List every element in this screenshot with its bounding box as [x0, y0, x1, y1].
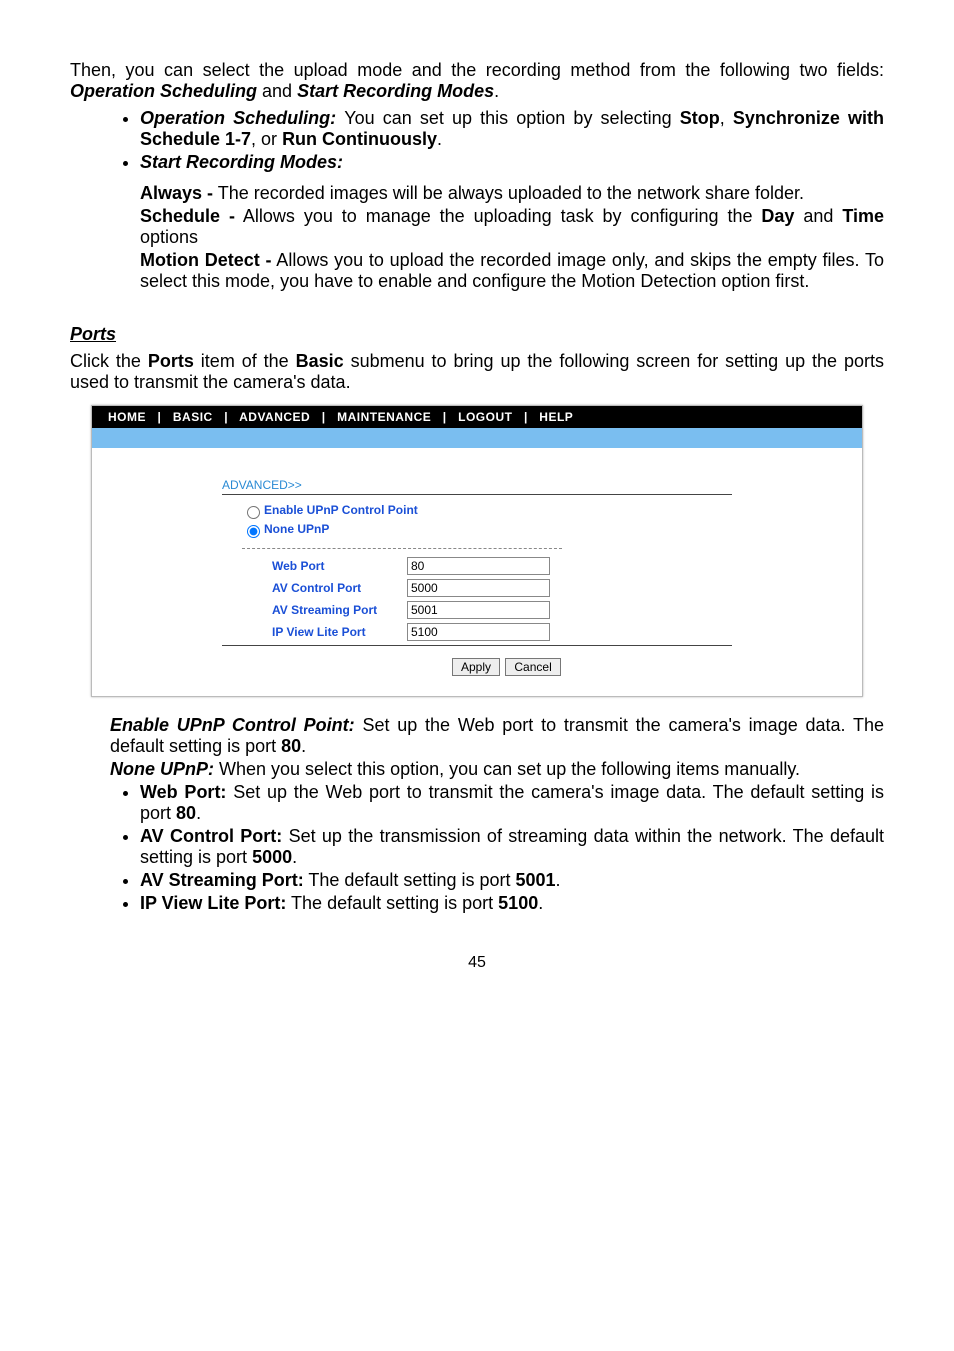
- port-avcontrol: AV Control Port: Set up the transmission…: [140, 826, 884, 868]
- mode-always-text: The recorded images will be always uploa…: [213, 183, 804, 203]
- options-list: Operation Scheduling: You can set up thi…: [70, 108, 884, 173]
- apply-button[interactable]: Apply: [452, 658, 500, 676]
- field-av-streaming-port: AV Streaming Port: [272, 601, 862, 619]
- opt-runcont: Run Continuously: [282, 129, 437, 149]
- av-streaming-port-label: AV Streaming Port: [272, 603, 407, 617]
- av-streaming-port-input[interactable]: [407, 601, 550, 619]
- opt-stop: Stop: [680, 108, 720, 128]
- port-avs-text: The default setting is port: [304, 870, 516, 890]
- mode-schedule: Schedule - Allows you to manage the uplo…: [140, 206, 884, 248]
- radio-none-upnp-input[interactable]: [247, 525, 260, 538]
- field-web-port: Web Port: [272, 557, 862, 575]
- enable-upnp-label: Enable UPnP Control Point:: [110, 715, 362, 735]
- mode-schedule-text1: Allows you to manage the uploading task …: [235, 206, 761, 226]
- port-avs-val: 5001: [515, 870, 555, 890]
- port-avstreaming: AV Streaming Port: The default setting i…: [140, 870, 884, 891]
- opt-sched-label: Operation Scheduling:: [140, 108, 344, 128]
- intro-period: .: [494, 81, 499, 101]
- ports-basic: Basic: [296, 351, 344, 371]
- opt-sep1: ,: [720, 108, 733, 128]
- breadcrumb: ADVANCED>>: [222, 478, 862, 492]
- option-recording-modes: Start Recording Modes:: [140, 152, 884, 173]
- opt-sched-text1: You can set up this option by selecting: [344, 108, 679, 128]
- port-web-val: 80: [176, 803, 196, 823]
- ports-intro: Click the Ports item of the Basic submen…: [70, 351, 884, 393]
- mode-motion-label: Motion Detect -: [140, 250, 272, 270]
- menu-bar[interactable]: HOME | BASIC | ADVANCED | MAINTENANCE | …: [92, 406, 862, 428]
- port-web: Web Port: Set up the Web port to transmi…: [140, 782, 884, 824]
- ip-view-lite-port-label: IP View Lite Port: [272, 625, 407, 639]
- mode-always: Always - The recorded images will be alw…: [140, 183, 884, 204]
- radio-none-upnp[interactable]: None UPnP: [242, 522, 862, 538]
- cancel-button[interactable]: Cancel: [505, 658, 560, 676]
- port-ipv-period: .: [538, 893, 543, 913]
- panel-body: ADVANCED>> Enable UPnP Control Point Non…: [92, 448, 862, 696]
- none-upnp-label: None UPnP:: [110, 759, 219, 779]
- port-ipviewlite: IP View Lite Port: The default setting i…: [140, 893, 884, 914]
- intro-paragraph: Then, you can select the upload mode and…: [70, 60, 884, 102]
- port-avs-period: .: [556, 870, 561, 890]
- divider-bottom: [222, 645, 732, 646]
- intro-text: Then, you can select the upload mode and…: [70, 60, 884, 80]
- port-web-label: Web Port:: [140, 782, 226, 802]
- ports-link: Ports: [148, 351, 194, 371]
- blue-bar: [92, 428, 862, 448]
- mode-schedule-text2: options: [140, 227, 198, 247]
- intro-field2: Start Recording Modes: [297, 81, 494, 101]
- mode-motion: Motion Detect - Allows you to upload the…: [140, 250, 884, 292]
- intro-sep: and: [257, 81, 297, 101]
- web-port-label: Web Port: [272, 559, 407, 573]
- enable-upnp-desc: Enable UPnP Control Point: Set up the We…: [110, 715, 884, 757]
- none-upnp-desc: None UPnP: When you select this option, …: [110, 759, 884, 780]
- radio-enable-upnp[interactable]: Enable UPnP Control Point: [242, 503, 862, 519]
- mode-schedule-time: Time: [842, 206, 884, 226]
- port-web-period: .: [196, 803, 201, 823]
- port-avc-period: .: [292, 847, 297, 867]
- menu-items[interactable]: HOME | BASIC | ADVANCED | MAINTENANCE | …: [108, 410, 573, 424]
- settings-panel: HOME | BASIC | ADVANCED | MAINTENANCE | …: [91, 405, 863, 697]
- radio-none-upnp-label: None UPnP: [264, 522, 329, 536]
- enable-upnp-port: 80: [281, 736, 301, 756]
- divider-top: [222, 494, 732, 495]
- mode-schedule-day: Day: [761, 206, 803, 226]
- field-ip-view-lite-port: IP View Lite Port: [272, 623, 862, 641]
- opt-period: .: [437, 129, 442, 149]
- ports-t1: Click the: [70, 351, 148, 371]
- port-ipv-label: IP View Lite Port:: [140, 893, 286, 913]
- intro-field1: Operation Scheduling: [70, 81, 257, 101]
- enable-upnp-period: .: [301, 736, 306, 756]
- port-avs-label: AV Streaming Port:: [140, 870, 304, 890]
- ports-t2: item of the: [194, 351, 296, 371]
- port-avc-val: 5000: [252, 847, 292, 867]
- after-panel-text: Enable UPnP Control Point: Set up the We…: [70, 715, 884, 914]
- opt-sep2: , or: [251, 129, 282, 149]
- page-number: 45: [70, 954, 884, 972]
- port-ipv-text: The default setting is port: [286, 893, 498, 913]
- port-web-text: Set up the Web port to transmit the came…: [140, 782, 884, 823]
- port-ipv-val: 5100: [498, 893, 538, 913]
- mode-always-label: Always -: [140, 183, 213, 203]
- radio-enable-upnp-input[interactable]: [247, 506, 260, 519]
- ip-view-lite-port-input[interactable]: [407, 623, 550, 641]
- mode-schedule-label: Schedule -: [140, 206, 235, 226]
- port-avc-label: AV Control Port:: [140, 826, 282, 846]
- radio-enable-upnp-label: Enable UPnP Control Point: [264, 503, 418, 517]
- av-control-port-label: AV Control Port: [272, 581, 407, 595]
- port-list: Web Port: Set up the Web port to transmi…: [70, 782, 884, 914]
- button-row: Apply Cancel: [452, 658, 862, 676]
- option-scheduling: Operation Scheduling: You can set up thi…: [140, 108, 884, 150]
- opt-rec-label: Start Recording Modes:: [140, 152, 343, 172]
- none-upnp-text: When you select this option, you can set…: [219, 759, 800, 779]
- av-control-port-input[interactable]: [407, 579, 550, 597]
- mode-schedule-and: and: [803, 206, 842, 226]
- recording-modes-block: Always - The recorded images will be alw…: [140, 183, 884, 292]
- divider-dash: [242, 548, 562, 549]
- section-title-ports: Ports: [70, 324, 116, 345]
- web-port-input[interactable]: [407, 557, 550, 575]
- field-av-control-port: AV Control Port: [272, 579, 862, 597]
